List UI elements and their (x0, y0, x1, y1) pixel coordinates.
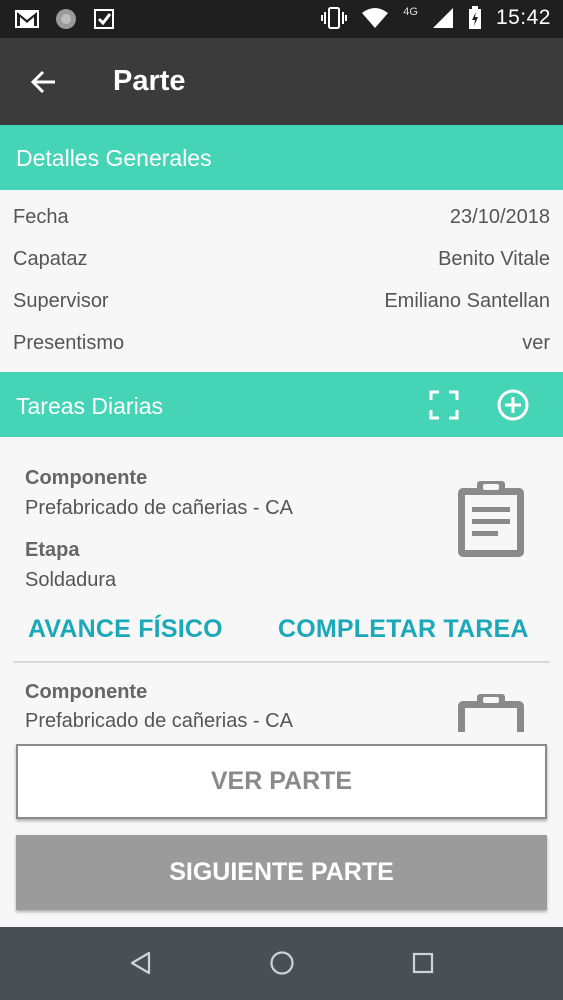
notification-icons (14, 7, 116, 31)
detail-value: 23/10/2018 (449, 206, 550, 228)
component-label: Componente (25, 467, 148, 489)
signal-icon (432, 8, 453, 28)
general-details-header: Detalles Generales (0, 125, 563, 190)
stage-label: Etapa (25, 539, 80, 561)
detail-value: Benito Vitale (438, 248, 550, 270)
vibrate-icon (321, 7, 348, 29)
detail-value: Emiliano Santellan (384, 290, 550, 312)
task-card: Componente Prefabricado de cañerias - CA… (0, 437, 563, 662)
daily-tasks-header: Tareas Diarias (0, 372, 563, 437)
arrow-back-icon[interactable] (28, 66, 60, 98)
detail-row-capataz: Capataz Benito Vitale (0, 240, 563, 280)
avance-fisico-button[interactable]: AVANCE FÍSICO (28, 615, 223, 644)
task-card: Componente Prefabricado de cañerias - CA (0, 664, 563, 732)
recents-square-icon[interactable] (409, 949, 437, 977)
play-icon (94, 9, 114, 29)
stage-value: Soldadura (25, 569, 117, 591)
page-title: Parte (113, 65, 186, 97)
detail-row-presentismo: Presentismo ver (0, 324, 563, 364)
component-label: Componente (25, 681, 148, 703)
ver-parte-button[interactable]: VER PARTE (16, 744, 547, 819)
detail-label: Capataz (13, 248, 88, 270)
divider (13, 661, 550, 663)
component-value: Prefabricado de cañerias - CA (25, 497, 293, 519)
add-circle-icon[interactable] (496, 388, 530, 422)
siguiente-parte-button[interactable]: SIGUIENTE PARTE (16, 835, 547, 910)
clock: 15:42 (495, 6, 551, 29)
sync-icon (56, 9, 76, 29)
detail-label: Fecha (13, 206, 69, 228)
detail-row-supervisor: Supervisor Emiliano Santellan (0, 282, 563, 322)
clipboard-icon[interactable] (455, 479, 527, 559)
app-bar: Parte (0, 38, 563, 125)
presentismo-link[interactable]: ver (522, 332, 550, 355)
daily-tasks-title: Tareas Diarias (16, 393, 163, 419)
back-triangle-icon[interactable] (127, 949, 155, 977)
detail-label: Supervisor (13, 290, 109, 312)
detail-label: Presentismo (13, 332, 125, 354)
fullscreen-icon[interactable] (427, 388, 461, 422)
status-bar: 4G 15:42 (0, 0, 563, 38)
general-details-title: Detalles Generales (16, 145, 212, 171)
completar-tarea-button[interactable]: COMPLETAR TAREA (278, 615, 529, 644)
battery-charging-icon (468, 6, 481, 29)
navigation-bar (0, 927, 563, 1000)
gmail-icon (15, 10, 39, 28)
component-value: Prefabricado de cañerias - CA (25, 710, 293, 732)
clipboard-icon[interactable] (455, 692, 527, 732)
wifi-icon (362, 8, 389, 28)
system-icons: 4G 15:42 (321, 6, 551, 30)
home-circle-icon[interactable] (268, 949, 296, 977)
task-list[interactable]: Componente Prefabricado de cañerias - CA… (0, 437, 563, 732)
detail-row-fecha: Fecha 23/10/2018 (0, 198, 563, 238)
network-type: 4G (403, 6, 418, 18)
